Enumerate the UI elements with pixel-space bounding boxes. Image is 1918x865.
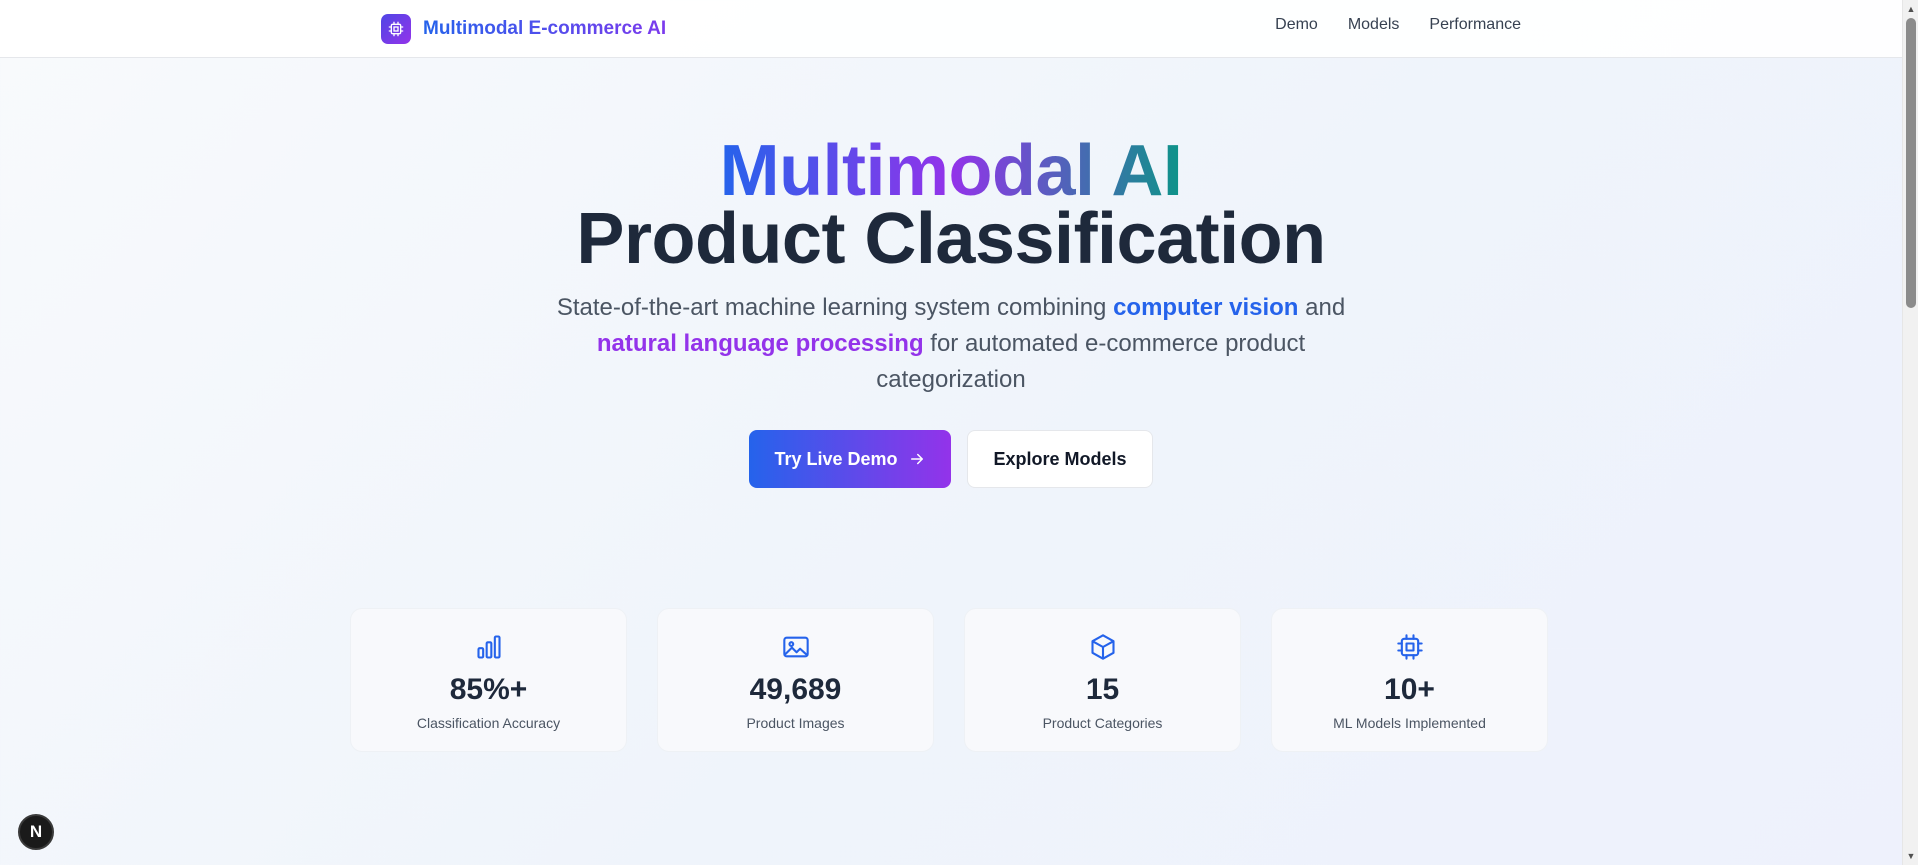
arrow-right-icon <box>910 453 923 465</box>
hero-title-main: Product Classification <box>576 199 1326 279</box>
image-icon <box>658 633 933 661</box>
cta-row: Try Live Demo Explore Models <box>0 430 1902 488</box>
stat-label: ML Models Implemented <box>1333 715 1486 731</box>
nextjs-dev-badge[interactable]: N <box>18 814 54 850</box>
stat-label: Product Categories <box>1042 715 1163 731</box>
top-navbar: Multimodal E-commerce AI Demo Models Per… <box>0 0 1902 58</box>
main-nav: Demo Models Performance <box>1275 16 1521 34</box>
stat-value: 49,689 <box>749 673 842 706</box>
hero-subtitle: State-of-the-art machine learning system… <box>546 290 1356 398</box>
try-live-demo-label: Try Live Demo <box>774 448 898 469</box>
brand-link[interactable]: Multimodal E-commerce AI <box>381 14 666 44</box>
scrollbar-thumb[interactable] <box>1906 18 1916 308</box>
stat-value: 10+ <box>1384 673 1435 706</box>
stat-label: Classification Accuracy <box>416 715 561 731</box>
bar-chart-icon <box>351 633 626 661</box>
stat-card-accuracy: 85%+ Classification Accuracy <box>350 608 627 752</box>
stat-card-categories: 15 Product Categories <box>964 608 1241 752</box>
scroll-down-arrow-icon[interactable]: ▼ <box>1903 848 1918 864</box>
nav-demo[interactable]: Demo <box>1275 16 1318 34</box>
explore-models-button[interactable]: Explore Models <box>967 430 1153 488</box>
try-live-demo-button[interactable]: Try Live Demo <box>749 430 951 488</box>
subtitle-highlight-cv: computer vision <box>1113 294 1299 321</box>
chip-icon <box>1272 633 1547 661</box>
subtitle-text-2: and <box>1298 294 1346 321</box>
chip-icon <box>381 14 411 44</box>
stat-label: Product Images <box>746 715 845 731</box>
nav-models[interactable]: Models <box>1348 16 1400 34</box>
subtitle-highlight-nlp: natural language processing <box>596 330 924 357</box>
scroll-up-arrow-icon[interactable]: ▲ <box>1903 1 1918 17</box>
subtitle-text-3: for automated e-commerce product categor… <box>876 330 1306 393</box>
stats-grid: 85%+ Classification Accuracy 49,689 Prod… <box>350 608 1548 752</box>
stat-value: 15 <box>1085 673 1120 706</box>
stat-value: 85%+ <box>449 673 528 706</box>
package-icon <box>965 633 1240 661</box>
nav-performance[interactable]: Performance <box>1429 16 1521 34</box>
page-scrollbar[interactable]: ▲ ▼ <box>1902 0 1918 865</box>
stat-card-models: 10+ ML Models Implemented <box>1271 608 1548 752</box>
stat-card-images: 49,689 Product Images <box>657 608 934 752</box>
brand-name: Multimodal E-commerce AI <box>423 18 667 39</box>
subtitle-text-1: State-of-the-art machine learning system… <box>556 294 1114 321</box>
